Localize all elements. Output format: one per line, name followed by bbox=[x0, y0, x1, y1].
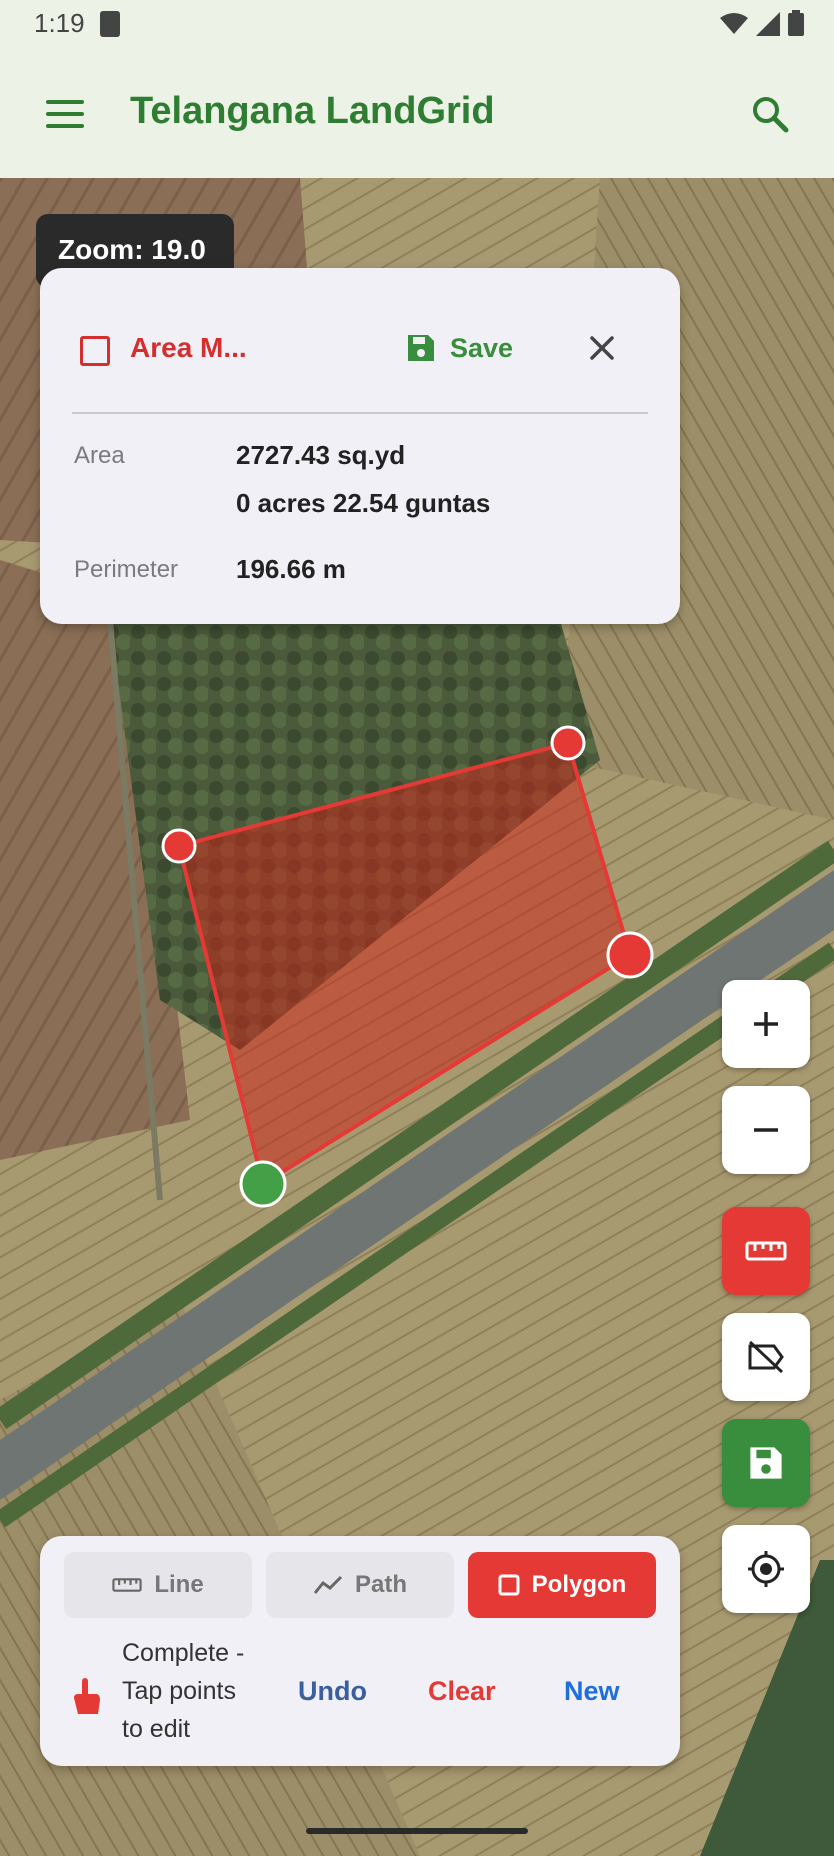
wifi-icon bbox=[720, 13, 748, 34]
mode-path-button[interactable]: Path bbox=[266, 1552, 454, 1618]
crosshair-location-icon bbox=[748, 1551, 784, 1587]
mode-line-button[interactable]: Line bbox=[64, 1552, 252, 1618]
perimeter-value: 196.66 m bbox=[236, 554, 346, 584]
status-bar: 1:19 bbox=[0, 0, 834, 48]
measure-mode-panel: Line Path Polygon Complete - Tap points … bbox=[40, 1536, 680, 1766]
vertex-marker[interactable] bbox=[161, 828, 197, 864]
floppy-disk-icon bbox=[408, 335, 434, 361]
close-icon[interactable] bbox=[584, 330, 620, 366]
ruler-icon bbox=[745, 1241, 787, 1261]
hint-line: Complete - bbox=[122, 1639, 245, 1667]
save-measurement-button[interactable]: Save bbox=[406, 326, 513, 370]
measure-tool-button[interactable] bbox=[722, 1207, 810, 1295]
app-bar: Telangana LandGrid bbox=[0, 48, 834, 178]
status-time: 1:19 bbox=[34, 8, 85, 38]
mode-path-label: Path bbox=[354, 1571, 407, 1598]
measurement-title: Area M... bbox=[130, 332, 247, 363]
status-icons bbox=[720, 10, 804, 36]
trend-line-icon bbox=[313, 1575, 343, 1594]
minus-icon bbox=[754, 1128, 778, 1132]
zoom-in-button[interactable] bbox=[722, 980, 810, 1068]
my-location-button[interactable] bbox=[722, 1525, 810, 1613]
undo-button[interactable]: Undo bbox=[298, 1676, 367, 1707]
card-divider bbox=[72, 412, 648, 414]
search-icon[interactable] bbox=[750, 94, 790, 134]
vertex-marker-selected[interactable] bbox=[606, 931, 654, 979]
vertex-marker-start[interactable] bbox=[239, 1160, 287, 1208]
battery-icon bbox=[788, 10, 804, 36]
measurement-card: Area M... Save Area 2727.43 sq.yd 0 acre… bbox=[40, 268, 680, 624]
save-label: Save bbox=[450, 332, 514, 363]
area-sqyd-value: 2727.43 sq.yd bbox=[236, 440, 406, 470]
mode-polygon-label: Polygon bbox=[531, 1571, 627, 1598]
hide-labels-button[interactable] bbox=[722, 1313, 810, 1401]
label-off-icon bbox=[748, 1340, 784, 1374]
vertex-marker[interactable] bbox=[550, 725, 586, 761]
select-checkbox[interactable] bbox=[80, 336, 110, 366]
ruler-icon bbox=[112, 1578, 142, 1592]
gesture-home-bar[interactable] bbox=[306, 1828, 528, 1834]
signal-icon bbox=[756, 12, 780, 36]
new-button[interactable]: New bbox=[564, 1676, 620, 1707]
menu-icon[interactable] bbox=[46, 100, 84, 128]
area-acres-value: 0 acres 22.54 guntas bbox=[236, 488, 491, 518]
area-label: Area bbox=[74, 442, 125, 469]
floppy-disk-icon bbox=[750, 1447, 782, 1479]
sd-card-icon bbox=[100, 11, 120, 37]
edit-hint: Complete - Tap points to edit bbox=[122, 1634, 262, 1748]
zoom-out-button[interactable] bbox=[722, 1086, 810, 1174]
app-title: Telangana LandGrid bbox=[130, 90, 495, 132]
touch-hand-icon bbox=[74, 1678, 100, 1714]
hint-line: to edit bbox=[122, 1715, 191, 1743]
hint-line: Tap points bbox=[122, 1677, 236, 1705]
plus-icon bbox=[754, 1012, 778, 1036]
square-icon bbox=[498, 1574, 520, 1596]
clear-button[interactable]: Clear bbox=[428, 1676, 496, 1707]
perimeter-label: Perimeter bbox=[74, 556, 179, 583]
save-fab-button[interactable] bbox=[722, 1419, 810, 1507]
mode-polygon-button[interactable]: Polygon bbox=[468, 1552, 656, 1618]
mode-line-label: Line bbox=[154, 1571, 204, 1598]
